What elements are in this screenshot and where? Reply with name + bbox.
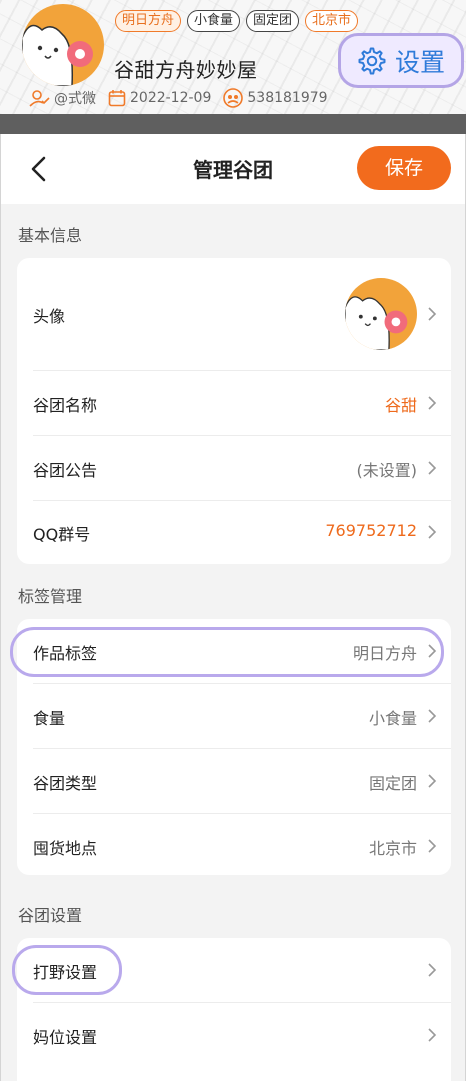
tag-work[interactable]: 明日方舟	[115, 10, 182, 32]
work-tag-value: 明日方舟	[352, 644, 417, 663]
group-notice-label: 谷团公告	[33, 461, 98, 480]
group-type-value: 固定团	[368, 774, 417, 793]
group-name-label: 谷团名称	[33, 396, 98, 415]
avatar-label: 头像	[33, 307, 66, 326]
manage-group-panel: 管理谷团 保存 基本信息 头像 谷团名称 谷甜 谷团公告 (未设置) QQ群号 …	[0, 134, 466, 1081]
chevron-right-icon	[428, 396, 437, 410]
created-date: 2022-12-09	[130, 90, 212, 106]
group-avatar	[22, 4, 104, 86]
section-basic-info: 基本信息	[18, 226, 83, 245]
qq-group-label: QQ群号	[33, 525, 91, 544]
settings-label: 设置	[394, 47, 445, 77]
group-chat-icon	[223, 88, 244, 108]
group-name-value: 谷甜	[384, 396, 417, 415]
group-number: 538181979	[247, 90, 328, 106]
chevron-right-icon	[428, 1028, 437, 1042]
appetite-value: 小食量	[368, 709, 417, 728]
chevron-right-icon	[428, 839, 437, 853]
chevron-right-icon	[428, 709, 437, 723]
wild-settings-label: 打野设置	[33, 963, 98, 982]
chevron-right-icon	[428, 307, 437, 321]
row-group-type[interactable]: 谷团类型 固定团	[17, 749, 451, 813]
tag-location[interactable]: 北京市	[305, 10, 359, 32]
group-tags: 明日方舟 小食量 固定团 北京市	[115, 10, 359, 32]
save-button[interactable]: 保存	[357, 146, 451, 190]
chevron-right-icon	[428, 461, 437, 475]
creator-name: @式微	[54, 91, 96, 107]
screen-divider	[0, 114, 466, 134]
chevron-right-icon	[428, 774, 437, 788]
chevron-right-icon	[428, 525, 437, 539]
group-settings-card: 打野设置 妈位设置	[17, 938, 451, 1081]
row-group-name[interactable]: 谷团名称 谷甜	[17, 371, 451, 435]
group-meta: @式微 2022-12-09 538181979	[28, 88, 328, 108]
avatar-thumbnail	[345, 278, 417, 350]
tag-management-card: 作品标签 明日方舟 食量 小食量 谷团类型 固定团 囤货地点 北京市	[17, 619, 451, 875]
row-work-tag[interactable]: 作品标签 明日方舟	[17, 619, 451, 683]
appetite-label: 食量	[33, 709, 66, 728]
chevron-right-icon	[428, 644, 437, 658]
work-tag-label: 作品标签	[33, 644, 98, 663]
settings-button[interactable]: 设置	[338, 33, 464, 88]
row-qq-group[interactable]: QQ群号 769752712	[17, 501, 451, 564]
tag-type[interactable]: 固定团	[246, 10, 300, 32]
storage-location-label: 囤货地点	[33, 839, 98, 858]
group-notice-value: (未设置)	[356, 461, 418, 480]
user-check-icon	[29, 90, 50, 107]
group-name: 谷甜方舟妙妙屋	[114, 58, 258, 82]
storage-location-value: 北京市	[368, 839, 417, 858]
slot-settings-label: 妈位设置	[33, 1028, 98, 1047]
group-profile-header: 明日方舟 小食量 固定团 北京市 谷甜方舟妙妙屋 @式微 2022-12-09 …	[0, 0, 466, 114]
gear-icon	[358, 47, 386, 74]
tag-appetite[interactable]: 小食量	[187, 10, 241, 32]
row-group-notice[interactable]: 谷团公告 (未设置)	[17, 436, 451, 500]
row-avatar[interactable]: 头像	[17, 258, 451, 370]
row-storage-location[interactable]: 囤货地点 北京市	[17, 814, 451, 875]
row-slot-settings[interactable]: 妈位设置	[17, 1003, 451, 1067]
chevron-right-icon	[428, 963, 437, 977]
basic-info-card: 头像 谷团名称 谷甜 谷团公告 (未设置) QQ群号 769752712	[17, 258, 451, 564]
section-group-settings: 谷团设置	[18, 906, 83, 925]
nav-bar: 管理谷团 保存	[1, 134, 465, 204]
row-wild-settings[interactable]: 打野设置	[17, 938, 451, 1002]
calendar-icon	[108, 90, 126, 107]
row-appetite[interactable]: 食量 小食量	[17, 684, 451, 748]
section-tag-management: 标签管理	[18, 587, 83, 606]
qq-group-value: 769752712	[325, 521, 417, 540]
group-type-label: 谷团类型	[33, 774, 98, 793]
